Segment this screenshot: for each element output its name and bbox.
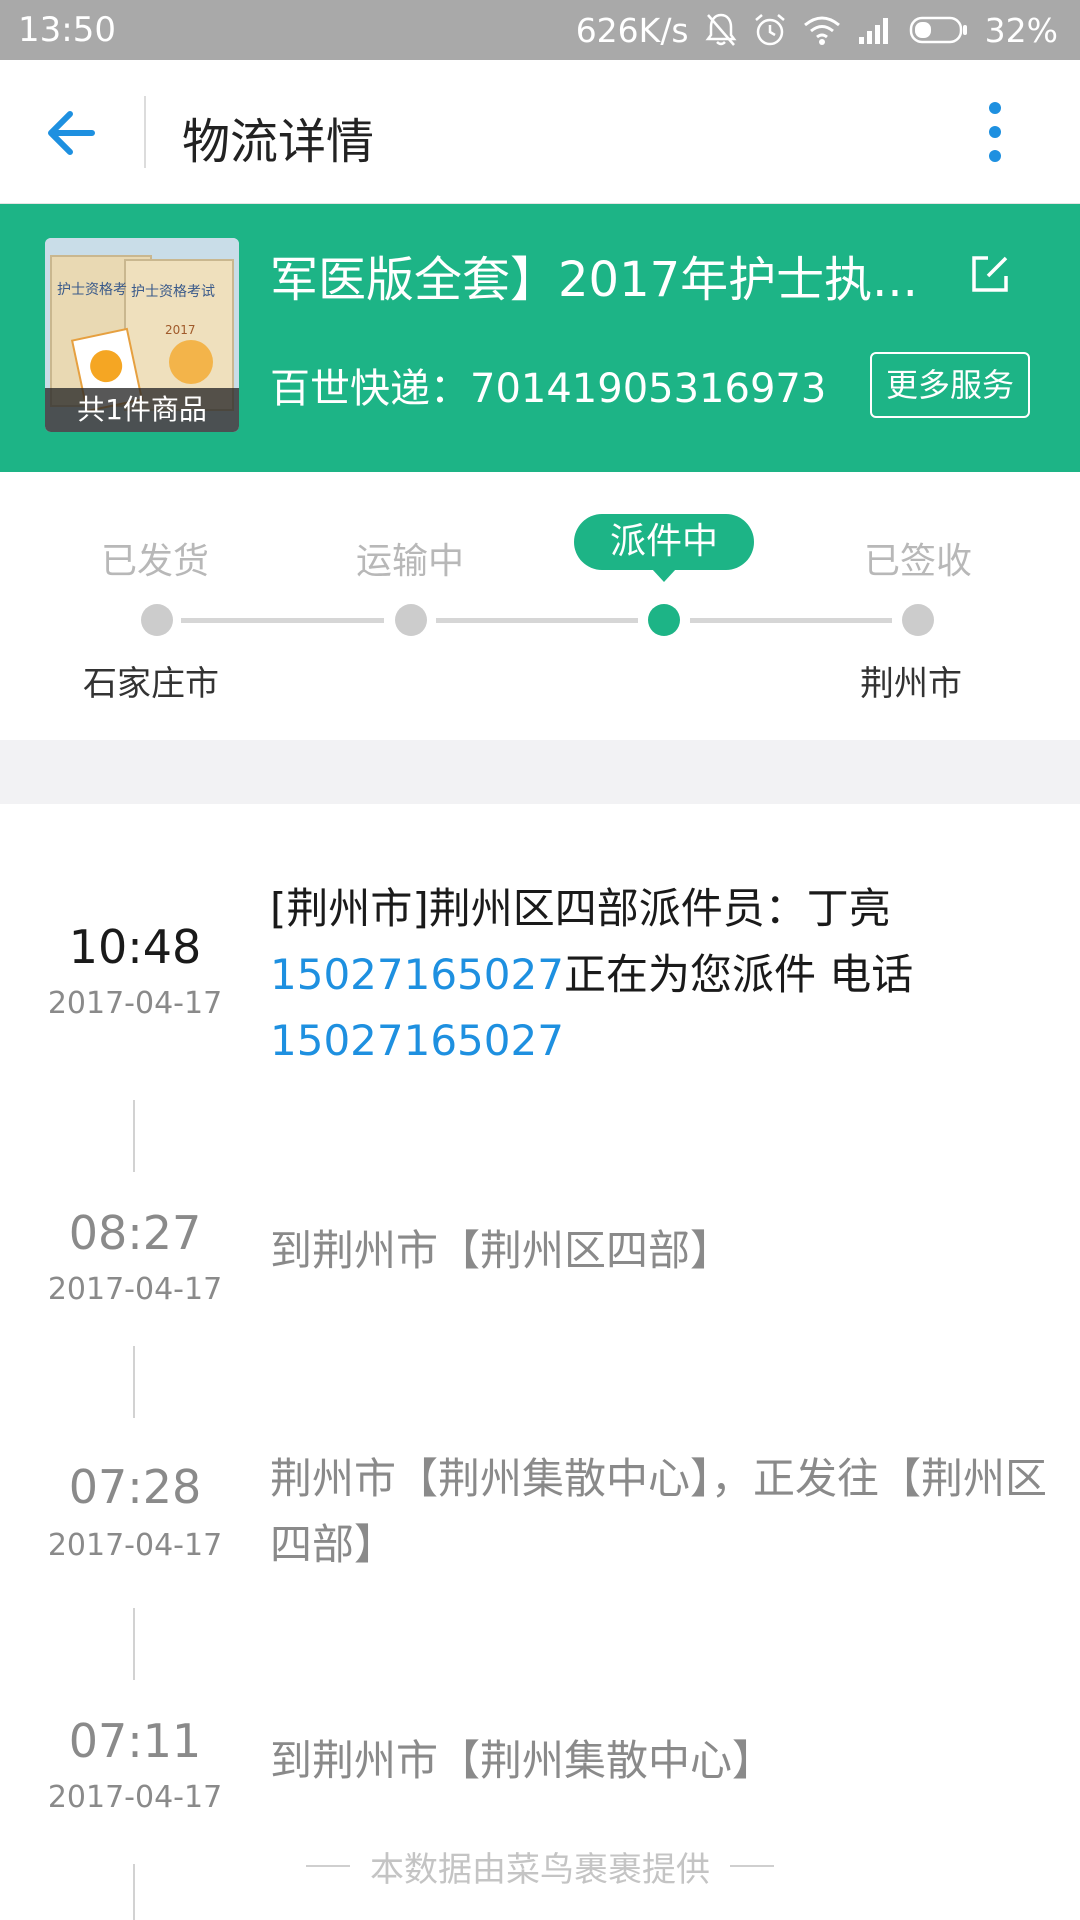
- app-bar-divider: [144, 96, 146, 168]
- battery-percent: 32%: [984, 10, 1058, 50]
- status-time: 13:50: [18, 10, 116, 50]
- courier-tracking-line: 百世快递：70141905316973: [270, 356, 826, 414]
- timeline-connector: [133, 1100, 135, 1172]
- more-services-button[interactable]: 更多服务: [870, 352, 1030, 418]
- event-description: [荆州市]荆州区四部派件员：丁亮15027165027正在为您派件 电话1502…: [270, 884, 914, 1065]
- status-icons: 626K/s 32%: [576, 10, 1058, 50]
- event-time: 07:28: [68, 1460, 202, 1514]
- step-dot-shipped: [141, 604, 173, 636]
- courier-phone-link[interactable]: 15027165027: [270, 950, 564, 999]
- courier-name: 百世快递：: [270, 366, 470, 412]
- step-signed-label: 已签收: [863, 541, 972, 582]
- order-summary-banner: 护士资格考 护士资格考试 2017 共1件商品 军医版全套】2017年护士执..…: [0, 204, 1080, 472]
- product-thumbnail[interactable]: 护士资格考 护士资格考试 2017 共1件商品: [45, 238, 239, 432]
- event-description: 荆州市【荆州集散中心】，正发往【荆州区四部】: [270, 1454, 1048, 1569]
- svg-text:2017: 2017: [165, 323, 196, 337]
- timeline-connector: [133, 1608, 135, 1680]
- courier-phone-link[interactable]: 15027165027: [270, 1016, 564, 1065]
- more-vertical-icon: [989, 102, 1001, 162]
- progress-line: [181, 618, 384, 623]
- signal-icon: [858, 18, 888, 44]
- progress-line: [690, 618, 892, 623]
- notification-muted-icon: [705, 13, 737, 46]
- step-dot-signed: [902, 604, 934, 636]
- footer-dash-right: [730, 1865, 774, 1867]
- status-bar: 13:50 626K/s 32%: [0, 0, 1080, 60]
- event-time: 10:48: [68, 920, 202, 974]
- section-divider: [0, 740, 1080, 804]
- arrow-left-icon: [48, 111, 95, 155]
- event-time: 07:11: [68, 1714, 202, 1768]
- item-count-label: 共1件商品: [45, 388, 239, 432]
- svg-text:护士资格考: 护士资格考: [57, 282, 127, 298]
- event-date: 2017-04-17: [47, 1272, 223, 1307]
- step-delivering-badge: 派件中: [574, 514, 754, 582]
- origin-city: 石家庄市: [83, 664, 219, 704]
- data-source-text: 本数据由菜鸟裹裹提供: [370, 1849, 710, 1890]
- battery-icon: [909, 16, 967, 44]
- event-date: 2017-04-17: [47, 986, 223, 1021]
- step-in-transit-label: 运输中: [355, 541, 464, 582]
- event-description: 到荆州市【荆州集散中心】: [270, 1736, 775, 1785]
- step-dot-in-transit: [395, 604, 427, 636]
- back-button[interactable]: [40, 100, 106, 166]
- edit-button[interactable]: [966, 250, 1014, 298]
- step-dot-delivering: [648, 604, 680, 636]
- step-shipped-label: 已发货: [100, 541, 209, 582]
- app-bar: 物流详情: [0, 60, 1080, 204]
- alarm-icon: [754, 14, 785, 46]
- tracking-number[interactable]: 70141905316973: [470, 366, 826, 412]
- network-speed: 626K/s: [575, 10, 689, 50]
- tracking-timeline: 10:48 2017-04-17 [荆州市]荆州区四部派件员：丁亮1502716…: [0, 804, 1080, 1920]
- event-description: 到荆州市【荆州区四部】: [270, 1226, 733, 1275]
- data-source-note: 本数据由菜鸟裹裹提供: [0, 1836, 1080, 1896]
- svg-text:护士资格考试: 护士资格考试: [131, 284, 215, 300]
- timeline-connector: [133, 1346, 135, 1418]
- edit-icon: [972, 256, 1008, 292]
- wifi-icon: [803, 16, 840, 45]
- event-date: 2017-04-17: [47, 1780, 223, 1815]
- destination-city: 荆州市: [860, 664, 962, 704]
- shipping-progress-stepper: 已发货 运输中 派件中 已签收 石家庄市 荆州市: [0, 472, 1080, 740]
- event-date: 2017-04-17: [47, 1528, 223, 1563]
- product-title: 军医版全套】2017年护士执...: [270, 252, 918, 308]
- more-menu-button[interactable]: [970, 96, 1020, 168]
- page-title: 物流详情: [182, 114, 375, 170]
- progress-line: [436, 618, 638, 623]
- event-time: 08:27: [68, 1206, 202, 1260]
- footer-dash-left: [306, 1865, 350, 1867]
